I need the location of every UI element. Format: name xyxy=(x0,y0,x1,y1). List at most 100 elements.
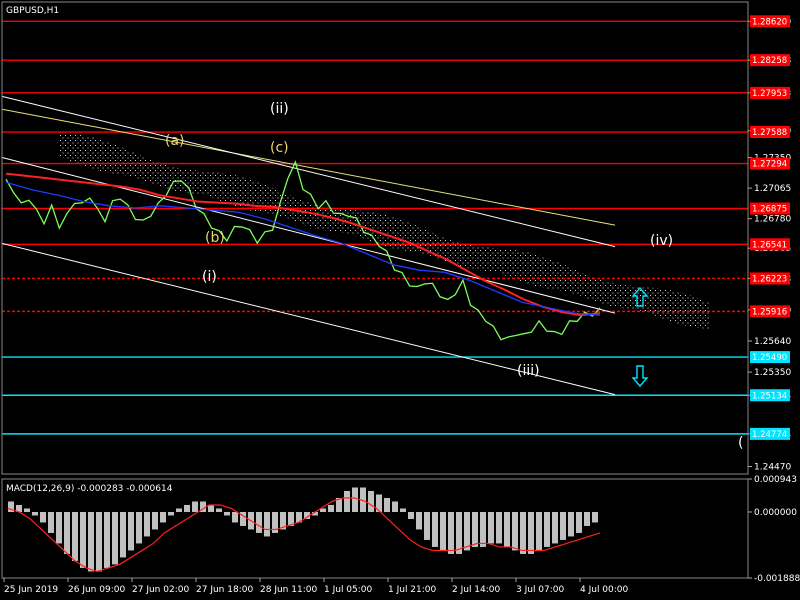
price-chart[interactable]: (a) (b) (c) (ii) (i) (iii) (iv) ( GBPUSD,H1 MACD… xyxy=(0,0,800,600)
trend-line xyxy=(1,157,616,314)
macd-bar xyxy=(392,501,398,512)
level-tag-label: 1.27294 xyxy=(752,160,787,170)
x-tick-label: 26 Jun 09:00 xyxy=(68,585,125,595)
macd-bar xyxy=(496,511,502,544)
wave-label: (ii) xyxy=(270,101,289,117)
macd-bar xyxy=(384,497,390,512)
level-tag-label: 1.28258 xyxy=(752,56,787,66)
macd-bar xyxy=(176,508,182,512)
macd-bar xyxy=(568,511,574,537)
main-panel: (a) (b) (c) (ii) (i) (iii) (iv) ( GBPUSD,H1 xyxy=(1,6,748,451)
macd-bar xyxy=(128,511,134,551)
macd-bar xyxy=(48,511,54,533)
level-tag-label: 1.26223 xyxy=(752,274,787,284)
x-tick-label: 4 Jul 00:00 xyxy=(580,585,629,595)
macd-bar xyxy=(416,511,422,530)
macd-bar xyxy=(24,508,30,512)
macd-bar xyxy=(576,511,582,533)
macd-bar xyxy=(232,511,238,523)
macd-bar xyxy=(584,511,590,526)
macd-bar xyxy=(424,511,430,540)
macd-bar xyxy=(104,511,110,568)
level-tag-label: 1.24774 xyxy=(752,430,787,440)
macd-bar xyxy=(408,511,414,519)
wave-label: (a) xyxy=(165,133,185,149)
wave-label: (iii) xyxy=(517,363,540,379)
macd-bar xyxy=(96,511,102,572)
macd-bar xyxy=(112,511,118,565)
macd-bar xyxy=(152,511,158,530)
macd-bar xyxy=(40,511,46,523)
macd-y-tick-label: 0.000000 xyxy=(754,508,797,518)
macd-bar xyxy=(448,511,454,554)
x-tick-label: 28 Jun 11:00 xyxy=(260,585,317,595)
chart-title: GBPUSD,H1 xyxy=(6,6,59,16)
level-tag-label: 1.25490 xyxy=(752,353,787,363)
x-tick-label: 3 Jul 07:00 xyxy=(516,585,565,595)
macd-bar xyxy=(56,511,62,544)
y-tick-label: 1.25350 xyxy=(754,368,791,378)
x-tick-label: 1 Jul 21:00 xyxy=(388,585,437,595)
macd-bar xyxy=(72,511,78,561)
macd-bar xyxy=(184,504,190,512)
level-tag-label: 1.27588 xyxy=(752,128,787,138)
level-tag-label: 1.26541 xyxy=(752,240,787,250)
wave-label: (b) xyxy=(205,230,225,246)
macd-bar xyxy=(168,511,174,516)
level-tag-label: 1.28620 xyxy=(752,17,787,27)
wave-label: (iv) xyxy=(650,233,673,249)
level-tag-label: 1.26875 xyxy=(752,205,787,215)
macd-bar xyxy=(440,511,446,551)
macd-y-tick-label: 0.000943 xyxy=(754,475,797,485)
macd-bar xyxy=(88,511,94,572)
macd-bar xyxy=(216,508,222,512)
x-tick-label: 25 Jun 2019 xyxy=(4,585,58,595)
y-tick-label: 1.24470 xyxy=(754,462,791,472)
macd-bar xyxy=(144,511,150,537)
macd-bar xyxy=(224,511,230,516)
level-tag-label: 1.27953 xyxy=(752,89,787,99)
macd-bar xyxy=(512,511,518,551)
macd-title: MACD(12,26,9) -0.000283 -0.000614 xyxy=(6,484,173,494)
x-tick-label: 27 Jun 02:00 xyxy=(132,585,189,595)
macd-bar xyxy=(160,511,166,523)
macd-bar xyxy=(80,511,86,568)
macd-bar xyxy=(560,511,566,540)
macd-panel: MACD(12,26,9) -0.000283 -0.000614 xyxy=(6,484,601,573)
macd-bar xyxy=(456,511,462,554)
macd-bar xyxy=(64,511,70,554)
macd-bar xyxy=(264,511,270,537)
wave-label: (i) xyxy=(202,269,217,285)
macd-bar xyxy=(432,511,438,547)
level-tag-label: 1.25134 xyxy=(752,391,787,401)
x-tick-label: 27 Jun 18:00 xyxy=(196,585,253,595)
macd-bar xyxy=(528,511,534,554)
down-arrow-icon xyxy=(631,365,649,388)
macd-bar xyxy=(368,490,374,512)
macd-bar xyxy=(464,511,470,551)
macd-bar xyxy=(352,487,358,512)
macd-bar xyxy=(592,511,598,523)
macd-bar xyxy=(544,511,550,547)
level-tag-label: 1.25916 xyxy=(752,307,787,317)
macd-bar xyxy=(256,511,262,533)
macd-bar xyxy=(32,511,38,516)
y-tick-label: 1.25640 xyxy=(754,337,791,347)
macd-bar xyxy=(480,511,486,547)
wave-label: ( xyxy=(738,435,743,451)
macd-bar xyxy=(504,511,510,547)
macd-bar xyxy=(400,508,406,512)
ichimoku-cloud xyxy=(60,132,710,330)
macd-bar xyxy=(520,511,526,554)
y-tick-label: 1.27065 xyxy=(754,184,791,194)
macd-bar xyxy=(192,501,198,512)
macd-bar xyxy=(552,511,558,544)
macd-bar xyxy=(488,511,494,544)
macd-y-tick-label: -0.001888 xyxy=(754,574,800,584)
macd-bar xyxy=(472,511,478,547)
macd-bar xyxy=(136,511,142,544)
wave-label: (c) xyxy=(270,140,289,156)
x-tick-label: 1 Jul 05:00 xyxy=(324,585,373,595)
macd-bar xyxy=(208,504,214,512)
x-tick-label: 2 Jul 14:00 xyxy=(452,585,501,595)
